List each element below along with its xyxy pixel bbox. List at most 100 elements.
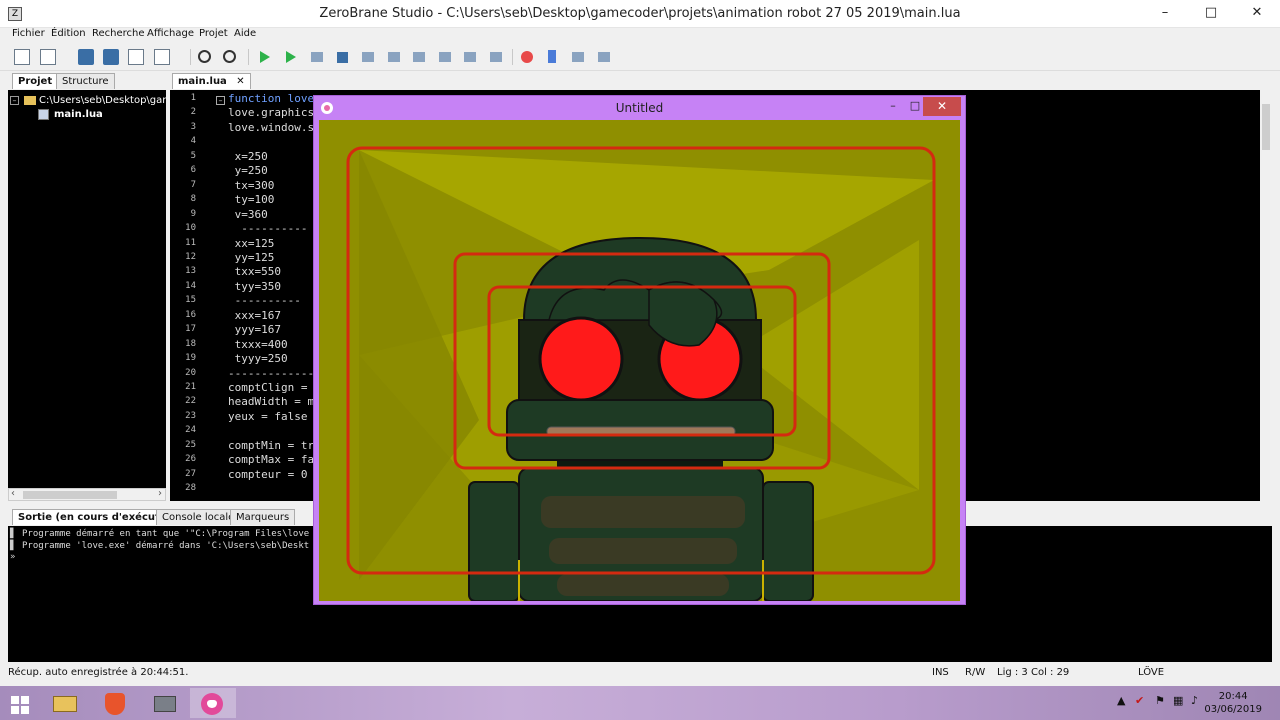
flag-tray-icon[interactable]: ⚑ [1155,694,1165,707]
taskbar-love[interactable] [190,688,236,718]
code-line[interactable]: function love [228,92,314,105]
status-rw: R/W [965,667,986,678]
code-line[interactable]: txx=550 [228,265,281,278]
menu-edition[interactable]: Édition [51,28,86,39]
window-title: ZeroBrane Studio - C:\Users\seb\Desktop\… [319,6,961,21]
scroll-left-icon[interactable]: ‹ [11,488,15,499]
code-line[interactable]: ---------- [228,222,307,235]
code-line[interactable]: v=360 [228,208,268,221]
scroll-right-icon[interactable]: › [158,488,162,499]
scrollbar-thumb[interactable] [23,491,117,499]
love-close-button[interactable]: ✕ [923,97,961,116]
code-line[interactable]: y=250 [228,164,268,177]
save-all-icon[interactable] [103,49,119,65]
code-line[interactable]: comptMin = tru [228,439,321,452]
status-ins: INS [932,667,949,678]
menu-affichage[interactable]: Affichage [147,28,194,39]
code-line[interactable]: x=250 [228,150,268,163]
open-file-icon[interactable] [40,49,56,65]
tree-file-main-lua[interactable]: main.lua [8,108,166,121]
start-button[interactable] [0,688,46,718]
project-tree[interactable]: – C:\Users\seb\Desktop\gamecod main.lua [8,90,166,488]
code-line[interactable]: yeux = false [228,410,307,423]
line-number: 12 [185,251,196,262]
code-line[interactable]: yy=125 [228,251,275,264]
network-tray-icon[interactable]: ▦ [1173,694,1183,707]
volume-tray-icon[interactable]: ♪ [1191,694,1198,707]
code-line[interactable]: yyy=167 [228,323,281,336]
bookmark-icon[interactable] [548,50,556,63]
lua-file-icon [38,109,49,120]
code-line[interactable]: tyyy=250 [228,352,288,365]
fold-icon[interactable]: – [216,96,225,105]
pause-icon[interactable] [388,52,400,62]
project-icon[interactable] [128,49,144,65]
tab-marqueurs[interactable]: Marqueurs [230,509,296,525]
menu-recherche[interactable]: Recherche [92,28,145,39]
code-line[interactable]: love.graphics [228,106,314,119]
code-line[interactable]: ---------- [228,294,301,307]
code-line[interactable]: xxx=167 [228,309,281,322]
collapse-icon[interactable]: – [10,96,19,105]
code-line[interactable]: txxx=400 [228,338,288,351]
tree-root-folder[interactable]: – C:\Users\seb\Desktop\gamecod [8,94,166,107]
step-icon[interactable] [311,52,323,62]
code-line[interactable]: comptClign = 0 [228,381,321,394]
close-button[interactable]: ✕ [1234,0,1280,28]
love-heart-icon [201,693,223,715]
code-line[interactable]: tx=300 [228,179,275,192]
step-over-icon[interactable] [413,52,425,62]
project-dir-icon[interactable] [154,49,170,65]
love-window[interactable]: Untitled – □ ✕ [313,95,966,605]
project-horizontal-scrollbar[interactable]: ‹ › [8,488,166,501]
stop-icon[interactable] [337,52,348,63]
clock-time: 20:44 [1218,691,1248,702]
taskbar-explorer[interactable] [42,688,88,718]
scrollbar-thumb[interactable] [1262,104,1270,150]
tab-console-locale[interactable]: Console locale [156,509,241,525]
menu-projet[interactable]: Projet [199,28,228,39]
save-icon[interactable] [78,49,94,65]
code-line[interactable]: love.window.se [228,121,321,134]
tab-projet[interactable]: Projet [12,73,59,89]
minimize-button[interactable]: – [1142,0,1188,28]
love-title-bar[interactable]: Untitled – □ ✕ [314,96,965,120]
run-to-cursor-icon[interactable] [464,52,476,62]
robot-chest-plate [549,538,737,564]
step-into-icon[interactable] [362,52,374,62]
code-line[interactable]: headWidth = ma [228,395,321,408]
maximize-button[interactable]: □ [1188,0,1234,28]
tab-structure[interactable]: Structure [56,73,115,89]
taskbar-zerobrane[interactable] [142,688,188,718]
code-line[interactable]: ty=100 [228,193,275,206]
line-number: 14 [185,280,196,291]
menu-fichier[interactable]: Fichier [12,28,45,39]
run-icon[interactable] [260,51,270,63]
find-icon[interactable] [198,50,211,63]
antivirus-tray-icon[interactable]: ✔ [1135,694,1144,707]
tab-close-icon[interactable]: ✕ [236,76,244,87]
find-in-files-icon[interactable] [223,50,236,63]
menu-aide[interactable]: Aide [234,28,256,39]
breakpoint-icon[interactable] [521,51,533,63]
break-icon[interactable] [490,52,502,62]
stack-icon[interactable] [572,52,584,62]
toolbar-separator [512,49,513,65]
code-line[interactable]: xx=125 [228,237,275,250]
tray-overflow-icon[interactable]: ▲ [1117,694,1125,707]
watch-icon[interactable] [598,52,610,62]
code-line[interactable]: ------------- [228,367,314,380]
new-file-icon[interactable] [14,49,30,65]
step-out-icon[interactable] [439,52,451,62]
line-number: 9 [190,208,196,219]
debug-start-icon[interactable] [286,51,296,63]
clock[interactable]: 20:44 03/06/2019 [1204,690,1262,716]
code-line[interactable]: comptMax = fal [228,453,321,466]
code-line[interactable]: tyy=350 [228,280,281,293]
code-line[interactable]: compteur = 0 [228,468,307,481]
line-number: 7 [190,179,196,190]
tab-main-lua[interactable]: main.lua ✕ [172,73,251,89]
editor-vertical-scrollbar[interactable] [1260,90,1272,501]
love-game-canvas[interactable] [319,120,960,602]
taskbar-brave[interactable] [92,688,138,718]
